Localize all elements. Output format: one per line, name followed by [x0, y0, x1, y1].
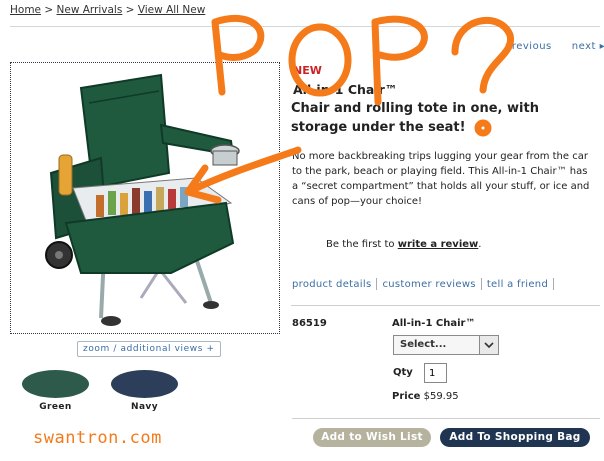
add-to-bag-button[interactable]: Add To Shopping Bag [440, 428, 590, 447]
product-image[interactable] [10, 62, 280, 334]
add-to-wishlist-button[interactable]: Add to Wish List [313, 428, 431, 447]
price-label: Price [392, 391, 421, 402]
qty-input[interactable] [424, 363, 447, 383]
swatch-label: Green [39, 402, 72, 412]
review-prompt: Be the first to write a review. [326, 239, 481, 250]
tab-customer-reviews[interactable]: customer reviews [382, 279, 475, 290]
pagination: previous next ▸ [505, 41, 604, 52]
zoom-link[interactable]: zoom / additional views + [77, 341, 221, 357]
product-description: No more backbreaking trips lugging your … [292, 151, 590, 207]
breadcrumb-home-link[interactable]: Home [10, 4, 41, 16]
top-divider [10, 26, 600, 27]
sku-number: 86519 [292, 318, 327, 329]
review-suffix: . [478, 239, 482, 250]
watermark-text: swantron.com [33, 428, 162, 448]
select-value: Select... [400, 339, 447, 350]
chevron-down-icon[interactable] [479, 336, 498, 354]
breadcrumb-new-arrivals-link[interactable]: New Arrivals [57, 4, 123, 16]
new-badge: NEW [293, 64, 322, 77]
swatch-navy[interactable] [111, 370, 178, 398]
swatch-label: Navy [131, 402, 158, 412]
chair-illustration [45, 73, 240, 326]
previous-link[interactable]: previous [505, 41, 552, 52]
bottom-divider [292, 418, 600, 419]
swatch-green[interactable] [22, 370, 89, 398]
product-title: All-in-1 Chair™ [293, 82, 398, 97]
price: Price $59.95 [392, 391, 459, 402]
review-prefix: Be the first to [326, 239, 398, 250]
product-tagline: Chair and rolling tote in one, with stor… [291, 101, 539, 135]
breadcrumb: Home > New Arrivals > View All New [10, 4, 205, 16]
tab-divider [553, 278, 555, 290]
tab-divider [480, 278, 482, 290]
option-select[interactable]: Select... [393, 335, 499, 355]
write-review-link[interactable]: write a review [398, 239, 479, 250]
tab-product-details[interactable]: product details [292, 279, 371, 290]
tab-divider [376, 278, 378, 290]
product-tabs: product details customer reviews tell a fr… [292, 278, 559, 290]
breadcrumb-separator: > [122, 4, 138, 16]
tab-tell-a-friend[interactable]: tell a friend [487, 279, 548, 290]
next-link[interactable]: next ▸ [572, 41, 604, 52]
breadcrumb-separator: > [41, 4, 57, 16]
price-value: $59.95 [423, 391, 459, 402]
qty-label: Qty [393, 367, 413, 378]
breadcrumb-view-all-link[interactable]: View All New [138, 4, 206, 16]
section-divider [291, 305, 600, 306]
item-name: All-in-1 Chair™ [392, 318, 476, 329]
